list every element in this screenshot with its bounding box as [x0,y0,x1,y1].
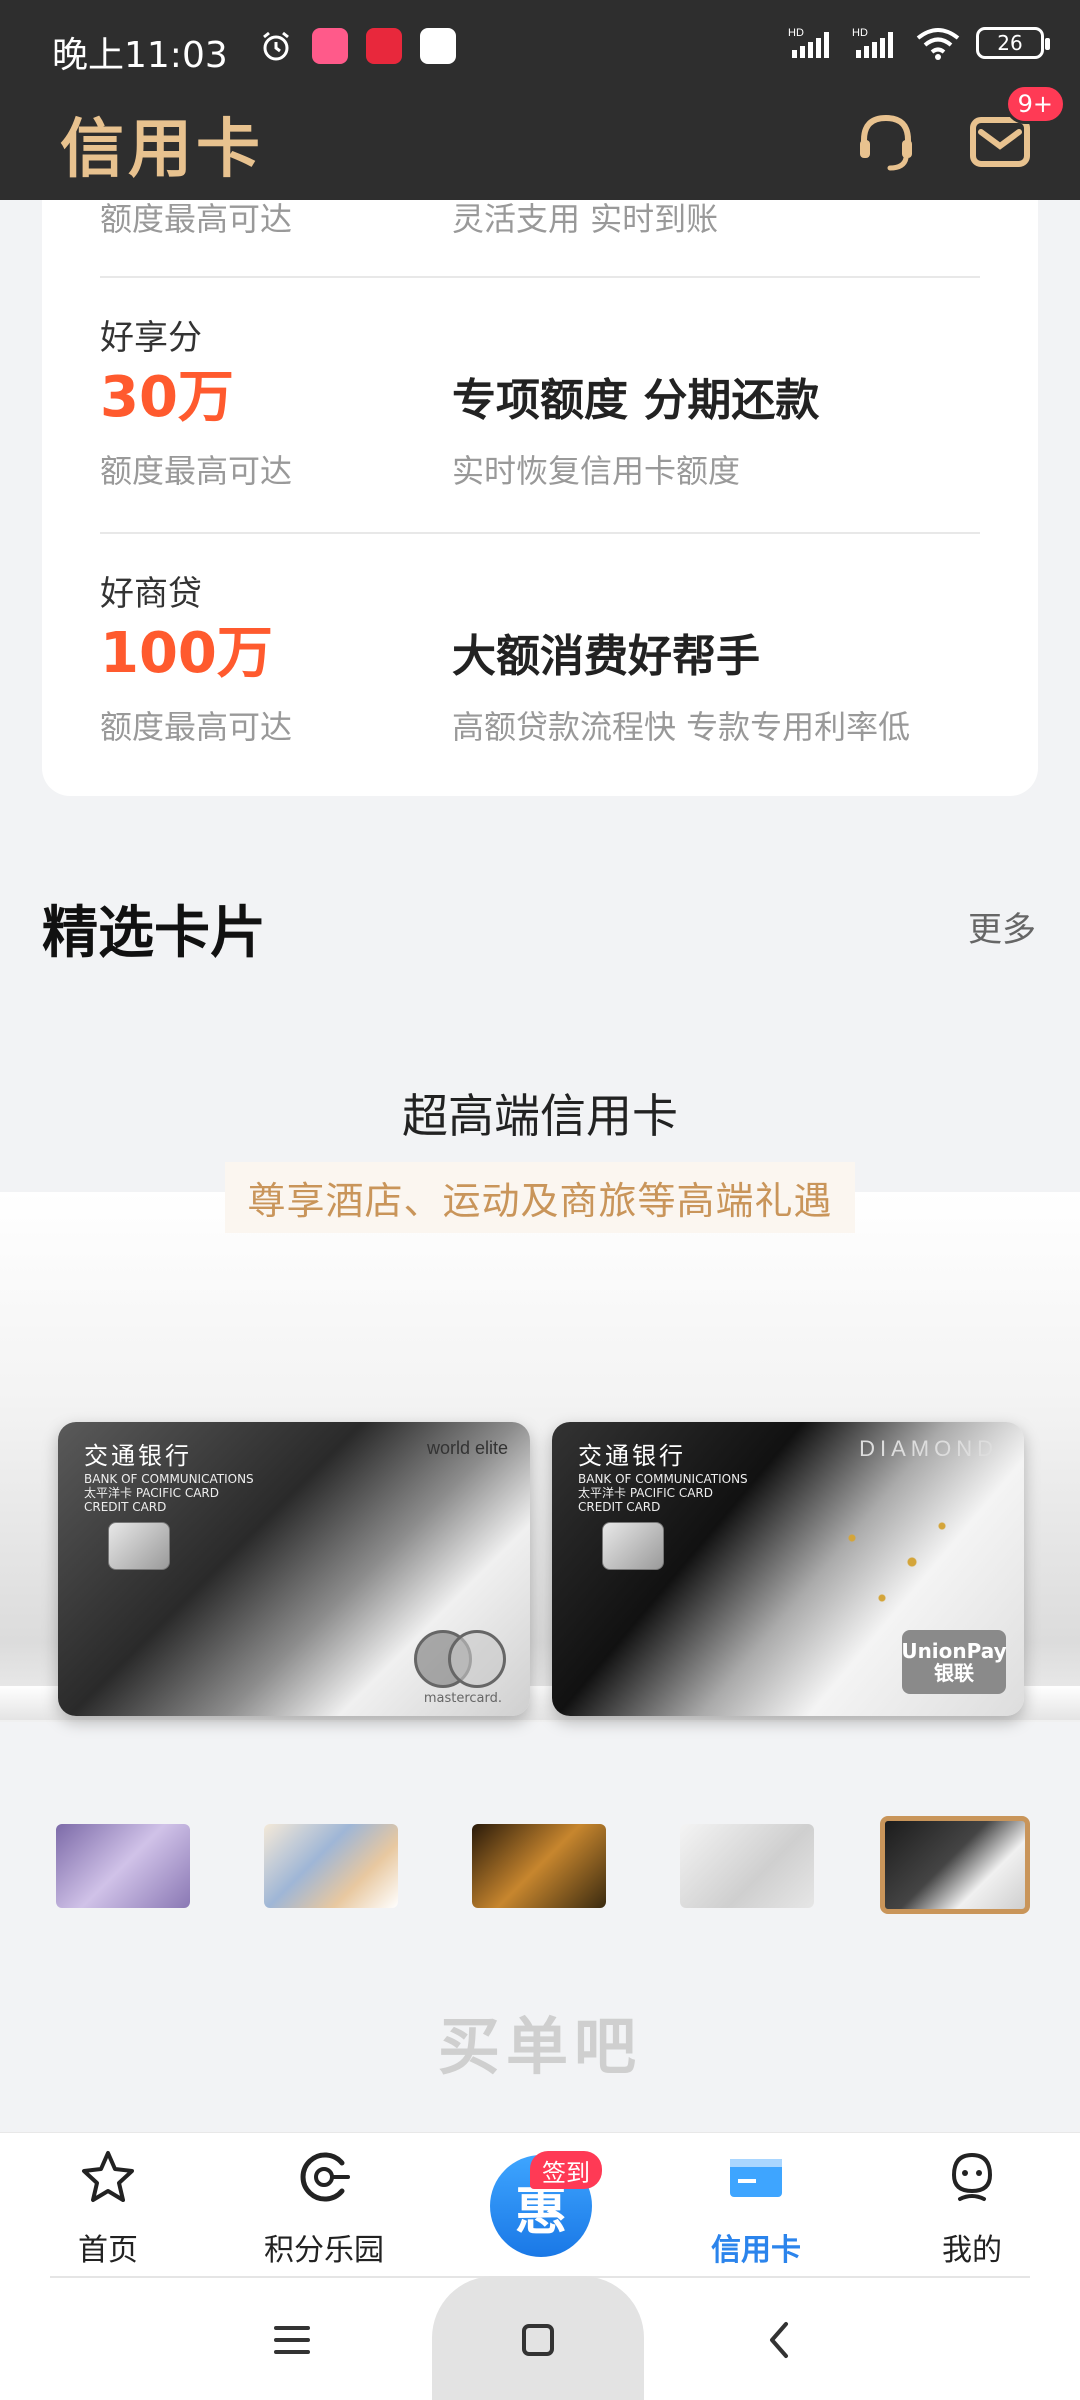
message-count-badge: 9+ [1004,84,1066,124]
points-icon [300,2152,350,2202]
status-right: HD HD 26 [788,26,1050,60]
loan-products-card: 额度最高可达 灵活支用 实时到账 好享分 30万 额度最高可达 专项额度 分期还… [42,160,1038,796]
signal-icon: HD [788,27,829,58]
nav-label: 积分乐园 [264,2233,384,2268]
card-line3: CREDIT CARD [578,1500,661,1514]
back-chevron-icon [770,2322,788,2358]
card-line2: 太平洋卡 PACIFIC CARD [84,1486,220,1500]
card-tier-label: world elite [426,1438,508,1458]
bank-en: BANK OF COMMUNICATIONS [578,1472,748,1486]
system-back-button[interactable] [750,2310,810,2370]
star-icon [82,2151,134,2202]
card-thumbnail[interactable] [264,1824,398,1908]
system-menu-button[interactable] [262,2310,322,2370]
card-thumbnail[interactable] [56,1824,190,1908]
headset-icon [860,114,912,171]
nav-home[interactable]: 首页 [8,2133,208,2279]
alarm-icon [258,28,294,64]
wifi-icon [916,28,960,60]
card-thumbnail-strip [0,1812,1080,1914]
loan-feature: 大额消费好帮手 [452,631,760,682]
loan-row-haoshangdai[interactable]: 好商贷 100万 额度最高可达 大额消费好帮手 高额贷款流程快 专款专用利率低 [100,566,980,786]
network-label: mastercard. [423,1691,502,1706]
loan-feature: 专项额度 分期还款 [452,375,820,426]
promo-subtitle: 尊享酒店、运动及商旅等高端礼遇 [225,1162,855,1233]
signal-icon-2: HD [852,27,893,58]
nav-label: 我的 [942,2233,1002,2268]
nav-credit-card[interactable]: 信用卡 [656,2133,856,2279]
network-line1: UnionPay [901,1639,1007,1663]
profile-icon [951,2152,993,2201]
svg-text:HD: HD [852,27,868,39]
unionpay-logo-icon: UnionPay 银联 [901,1630,1007,1694]
loan-sub: 额度最高可达 [100,708,293,746]
loan-row-haoxiangfen[interactable]: 好享分 30万 额度最高可达 专项额度 分期还款 实时恢复信用卡额度 [100,310,980,550]
red-app-icon [366,28,402,64]
square-icon [522,2324,554,2356]
bank-name: 交通银行 [84,1442,192,1470]
status-bar: 晚上11:03 ··· HD HD 26 [0,0,1080,96]
credit-card-world-elite[interactable]: 交通银行 BANK OF COMMUNICATIONS 太平洋卡 PACIFIC… [58,1422,530,1716]
nav-label: 信用卡 [711,2233,801,2268]
svg-text:HD: HD [788,27,804,39]
app-header: 晚上11:03 ··· HD HD 26 信用卡 9+ [0,0,1080,200]
loan-desc: 实时恢复信用卡额度 [452,452,741,490]
mastercard-logo-icon [414,1630,506,1688]
maidanba-section-title: 买单吧 [437,2010,642,2083]
battery-icon: 26 [976,27,1050,59]
nav-profile[interactable]: 我的 [872,2133,1072,2279]
bank-en: BANK OF COMMUNICATIONS [84,1472,254,1486]
page-title: 信用卡 [60,113,264,187]
divider [100,532,980,534]
card-chip-icon [108,1522,170,1570]
loan-amount: 30万 [100,365,234,430]
status-time: 晚上11:03 [52,35,228,76]
divider [100,276,980,278]
bank-name: 交通银行 [578,1442,686,1470]
card-chip-icon [602,1522,664,1570]
bilibili-app-icon [312,28,348,64]
checkin-badge: 签到 [530,2151,602,2189]
more-notifications-dots: ··· [418,24,459,65]
promo-subtitle-wrap: 尊享酒店、运动及商旅等高端礼遇 [0,1162,1080,1233]
bottom-nav: 首页 积分乐园 惠 签到 信用卡 我的 [0,2132,1080,2278]
loan-partial-sub: 额度最高可达 [100,200,293,238]
bank-subtext: BANK OF COMMUNICATIONS 太平洋卡 PACIFIC CARD… [84,1472,254,1514]
menu-icon [274,2326,310,2354]
card-line2: 太平洋卡 PACIFIC CARD [578,1486,714,1500]
nav-label: 首页 [78,2233,138,2268]
more-link[interactable]: 更多 [968,902,1036,951]
promo-title: 超高端信用卡 [402,1089,678,1143]
system-home-button[interactable] [508,2310,568,2370]
card-thumbnail[interactable] [472,1824,606,1908]
loan-amount: 100万 [100,621,273,686]
credit-card-diamond[interactable]: 交通银行 BANK OF COMMUNICATIONS 太平洋卡 PACIFIC… [552,1422,1024,1716]
loan-desc: 高额贷款流程快 专款专用利率低 [452,708,911,746]
nav-points[interactable]: 积分乐园 [224,2133,424,2279]
card-tier-label: DIAMOND [859,1436,998,1461]
bank-subtext: BANK OF COMMUNICATIONS 太平洋卡 PACIFIC CARD… [578,1472,748,1514]
messages-button[interactable]: 9+ [962,84,1066,180]
featured-cards-title: 精选卡片 [42,901,266,966]
loan-partial-desc: 灵活支用 实时到账 [452,200,719,238]
gold-splatter-decoration [822,1502,972,1622]
card-thumbnail-selected[interactable] [880,1816,1030,1914]
card-line3: CREDIT CARD [84,1500,167,1514]
network-line2: 银联 [934,1661,974,1685]
credit-card-icon [730,2159,782,2197]
customer-service-button[interactable] [848,104,924,180]
card-thumbnail[interactable] [680,1824,814,1908]
loan-sub: 额度最高可达 [100,452,293,490]
